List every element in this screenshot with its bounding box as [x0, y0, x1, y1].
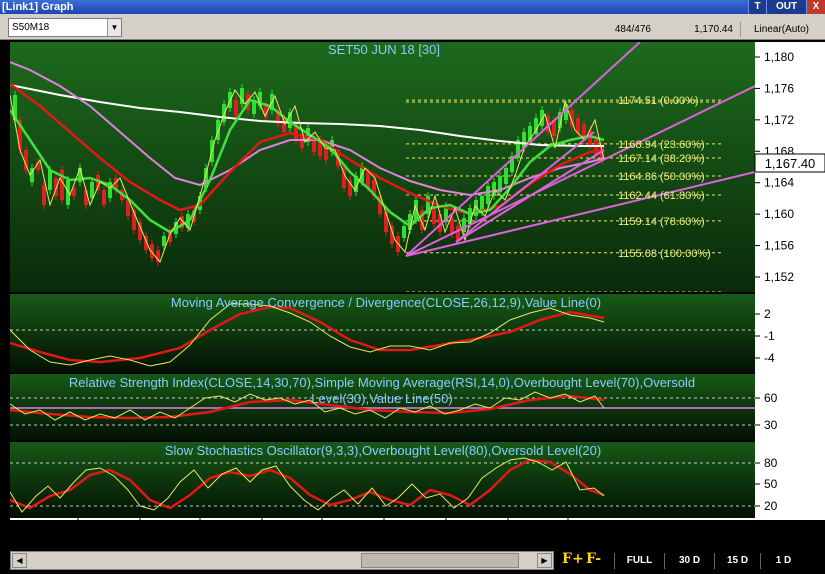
fib-level-label: 1162.44 (61.80%): [618, 190, 705, 202]
fib-level-label: 1155.08 (100.00%): [618, 248, 711, 260]
candle-body: [42, 185, 46, 205]
y-axis-tick-label: 1,152: [764, 270, 794, 284]
fib-level-label: 1167.14 (38.20%): [618, 153, 705, 165]
window-titlebar: [Link1] Graph T OUT X: [0, 0, 825, 14]
y-axis-tick-label: -1: [764, 329, 775, 343]
candle-body: [384, 212, 388, 232]
candle-body: [534, 118, 538, 134]
main-panel-title: SET50 JUN 18 [30]: [328, 42, 440, 57]
candle-body: [24, 150, 28, 170]
y-axis-tick-label: 1,176: [764, 81, 794, 95]
y-axis-tick-label: 50: [764, 477, 778, 491]
y-axis-tick-label: -4: [764, 351, 775, 365]
y-axis-tick-label: 30: [764, 418, 778, 432]
candle-body: [84, 190, 88, 205]
candle-body: [102, 190, 106, 205]
y-axis-tick-label: 80: [764, 456, 778, 470]
rsi-title-line1: Relative Strength Index(CLOSE,14,30,70),…: [69, 375, 695, 390]
range-30d-button[interactable]: 30 D: [664, 553, 714, 569]
rsi-title-line2: Level(30),Value Line(50): [311, 391, 452, 406]
symbol-select[interactable]: S50M18 ▼: [8, 18, 122, 37]
chart-scrollbar[interactable]: ◀ ▶: [10, 551, 554, 570]
candle-body: [90, 182, 94, 198]
candle-body: [402, 226, 406, 238]
fib-level-label: 1168.94 (23.60%): [618, 139, 705, 151]
y-axis-tick-label: 20: [764, 499, 778, 513]
scroll-left-icon[interactable]: ◀: [12, 553, 27, 568]
scroll-right-icon[interactable]: ▶: [537, 553, 552, 568]
macd-panel-title: Moving Average Convergence / Divergence(…: [171, 295, 601, 310]
chevron-down-icon[interactable]: ▼: [107, 19, 121, 36]
fast-forward-minus-button[interactable]: F-: [586, 551, 601, 567]
range-1d-button[interactable]: 1 D: [760, 553, 806, 569]
candle-body: [456, 226, 460, 240]
candle-body: [48, 170, 52, 190]
candle-body: [540, 110, 544, 126]
y-axis-tick-label: 1,156: [764, 239, 794, 253]
candle-body: [234, 100, 238, 116]
candle-body: [504, 168, 508, 184]
y-axis-tick-label: 2: [764, 307, 771, 321]
y-axis-tick-label: 1,164: [764, 176, 794, 190]
bar-count: 484/476: [614, 24, 651, 35]
y-axis-tick-label: 60: [764, 391, 778, 405]
out-button[interactable]: OUT: [766, 0, 806, 14]
full-range-button[interactable]: FULL: [614, 553, 664, 569]
pin-button[interactable]: T: [748, 0, 766, 14]
scroll-thumb[interactable]: [361, 553, 519, 568]
chart-canvas[interactable]: SET50 JUN 18 [30] 1174.51 (0.00%) 1168.94…: [0, 40, 825, 520]
candle-body: [486, 186, 490, 204]
candle-body: [450, 218, 454, 234]
fast-forward-plus-button[interactable]: F+: [562, 551, 584, 567]
time-axis: [10, 518, 825, 520]
last-price-label: 1,167.40: [765, 156, 816, 171]
symbol-value: S50M18: [12, 22, 50, 33]
cursor-value: 1,170.44: [694, 24, 733, 35]
y-axis-tick-label: 1,180: [764, 50, 794, 64]
fib-level-label: 1164.86 (50.00%): [618, 171, 705, 183]
y-axis-tick-label: 1,172: [764, 113, 794, 127]
scale-mode[interactable]: Linear(Auto): [740, 22, 822, 37]
range-15d-button[interactable]: 15 D: [714, 553, 760, 569]
stoch-panel-title: Slow Stochastics Oscillator(9,3,3),Overb…: [165, 443, 601, 458]
fib-level-label: 1174.51 (0.00%): [618, 95, 699, 107]
fib-level-label: 1159.14 (78.60%): [618, 216, 705, 228]
y-axis-tick-label: 1,160: [764, 207, 794, 221]
window-title: [Link1] Graph: [2, 1, 74, 13]
candle-body: [462, 218, 466, 232]
candle-body: [162, 236, 166, 246]
close-button[interactable]: X: [806, 0, 825, 14]
